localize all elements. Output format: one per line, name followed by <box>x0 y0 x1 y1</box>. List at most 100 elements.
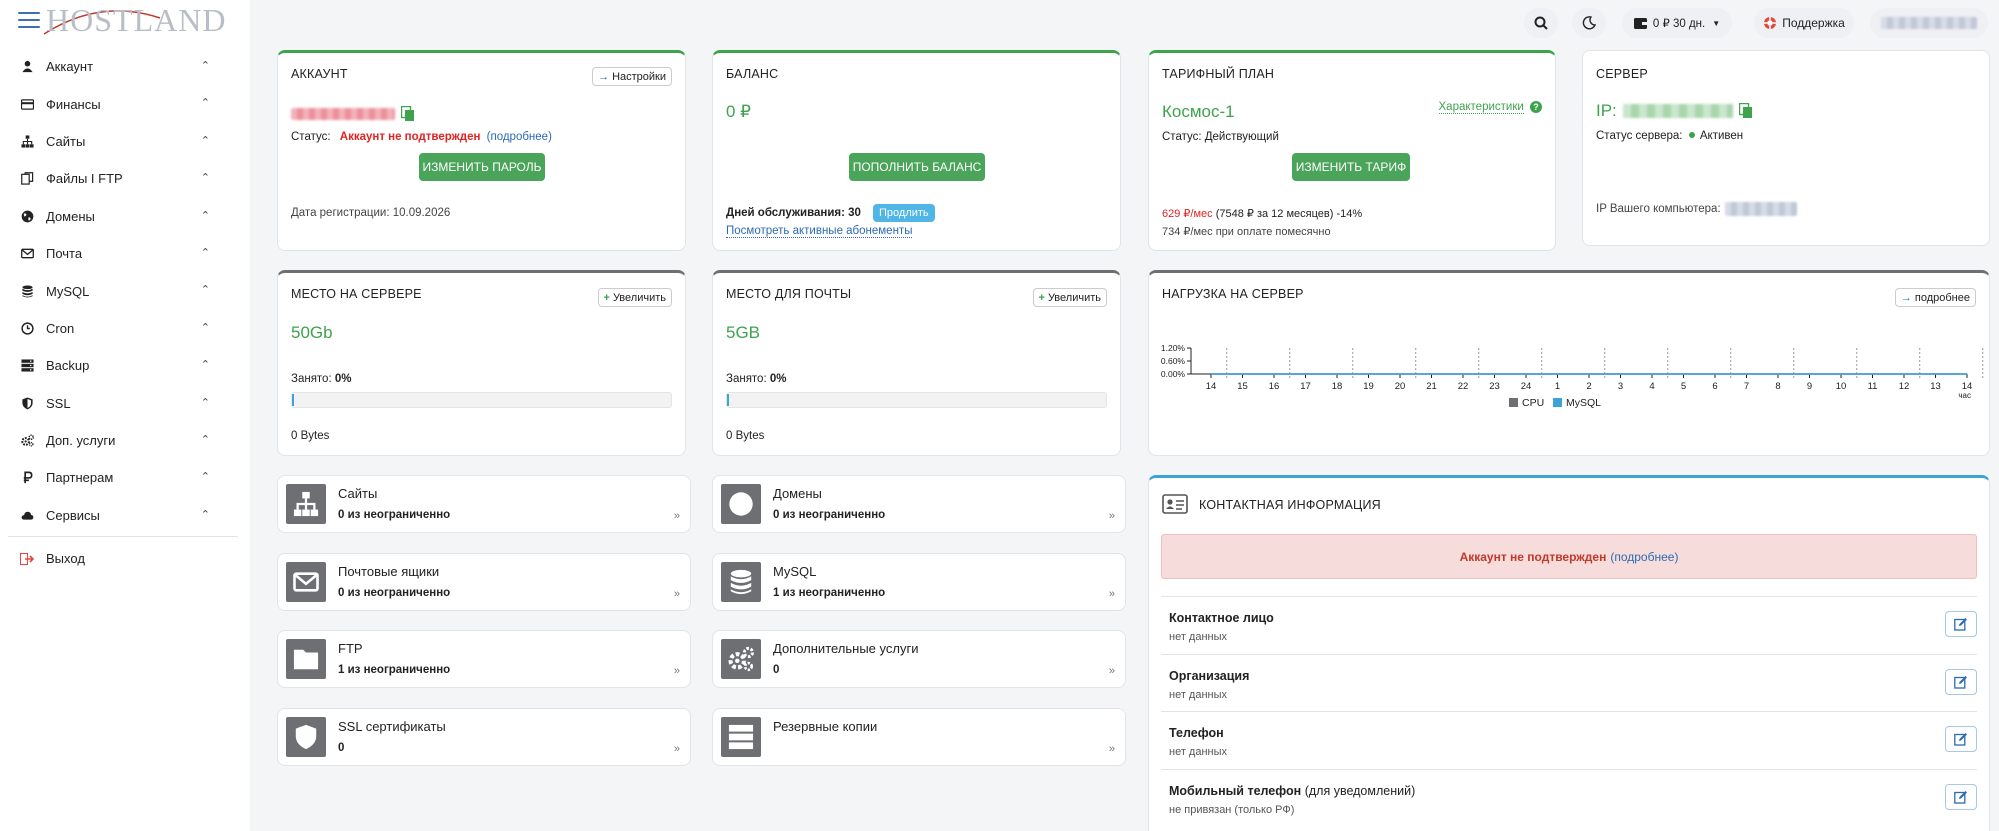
change-tariff-button[interactable]: ИЗМЕНИТЬ ТАРИФ <box>1292 153 1410 181</box>
chevron-double-right-icon: » <box>1108 742 1115 755</box>
tile-name: SSL сертификаты <box>338 718 446 734</box>
change-password-button[interactable]: ИЗМЕНИТЬ ПАРОЛЬ <box>419 153 545 181</box>
load-details-button[interactable]: → подробнее <box>1894 288 1976 307</box>
edit-button[interactable] <box>1945 668 1977 695</box>
x-tick-label: 14 <box>1206 381 1217 392</box>
client-ip-redacted <box>1724 202 1797 216</box>
sidebar-item-label: Cron <box>46 320 75 336</box>
sidebar-item-label: MySQL <box>46 283 90 299</box>
folder-icon <box>286 639 326 679</box>
sidebar-item-партнерам[interactable]: Партнерам ⌃ <box>0 459 240 496</box>
chevron-up-icon: ⌃ <box>200 508 210 521</box>
chevron-double-right-icon: » <box>1108 665 1115 677</box>
alert-more-link[interactable]: подробнее <box>1614 550 1674 564</box>
arrow-right-icon: → <box>1900 291 1912 304</box>
mail-used: Занято: 0% <box>726 373 787 385</box>
stat-tile-folder[interactable]: FTP 1 из неограниченно » <box>277 630 691 688</box>
server-load-card: НАГРУЗКА НА СЕРВЕР → подробнее 1.20% 0.60… <box>1148 270 1990 456</box>
mail-space-card: МЕСТО ДЛЯ ПОЧТЫ + Увеличить 5GB Занято: … <box>712 270 1121 456</box>
x-tick-label: 7 <box>1744 381 1749 392</box>
tariff-features-link[interactable]: Характеристики ? <box>1438 101 1542 114</box>
x-tick-label: 2 <box>1586 381 1591 392</box>
chevron-double-right-icon: » <box>1108 587 1115 600</box>
sidebar-item-почта[interactable]: Почта ⌃ <box>0 235 240 272</box>
sidebar-item-домены[interactable]: Домены ⌃ <box>0 198 240 235</box>
edit-button[interactable] <box>1945 611 1977 637</box>
x-tick-label: 3 <box>1618 381 1623 392</box>
search-button[interactable] <box>1524 8 1558 38</box>
sidebar-divider <box>8 536 238 538</box>
account-not-confirmed-alert: Аккаунт не подтвержден (подробнее) <box>1161 534 1977 579</box>
x-tick-label: 18 <box>1332 381 1343 392</box>
balance-dropdown[interactable]: 0 ₽ 30 дн. ▼ <box>1622 8 1732 38</box>
topup-balance-button[interactable]: ПОПОЛНИТЬ БАЛАНС <box>849 153 985 181</box>
sitemap-icon <box>286 484 326 524</box>
mail-progress-bar <box>726 392 1107 408</box>
sidebar-item-доп-услуги[interactable]: Доп. услуги ⌃ <box>0 422 240 459</box>
support-button[interactable]: Поддержка <box>1754 8 1854 38</box>
server-icon <box>721 716 761 757</box>
user-menu[interactable] <box>1870 8 1988 38</box>
stat-tile-globe[interactable]: Домены 0 из неограниченно » <box>712 475 1126 533</box>
settings-button[interactable]: → Настройки <box>592 67 672 86</box>
tile-name: Домены <box>773 486 822 501</box>
stat-tile-gears[interactable]: Дополнительные услуги 0 » <box>712 630 1126 688</box>
hamburger-menu-icon[interactable] <box>18 12 40 28</box>
envelope-icon <box>286 561 326 602</box>
x-tick-label: 1 <box>1555 381 1560 392</box>
chevron-up-icon: ⌃ <box>200 359 210 372</box>
sidebar-item-backup[interactable]: Backup ⌃ <box>0 347 240 384</box>
increase-disk-button[interactable]: + Увеличить <box>597 288 672 307</box>
legend-label-mysql: MySQL <box>1566 397 1601 409</box>
logo[interactable]: HOSTLAND <box>46 2 226 39</box>
tariff-price-monthly: 734 ₽/мес при оплате помесячно <box>1162 226 1331 238</box>
chevron-up-icon: ⌃ <box>200 97 210 110</box>
sidebar-item-сервисы[interactable]: Сервисы ⌃ <box>0 497 240 534</box>
copy-icon[interactable] <box>1738 103 1753 119</box>
contact-value: нет данных <box>1169 631 1228 643</box>
chevron-down-icon: ▼ <box>1712 18 1721 28</box>
chevron-up-icon: ⌃ <box>200 433 210 446</box>
contact-label: Организация <box>1169 668 1250 683</box>
disk-used: Занято: 0% <box>291 373 352 385</box>
edit-button[interactable] <box>1945 726 1977 752</box>
copy-icon[interactable] <box>401 106 415 122</box>
account-status-more-link[interactable]: подробнее <box>490 131 548 143</box>
server-load-chart: 1.20%0.60%0.00%14 15 16 17 18 19 20 21 22 23 24 1 2 3… <box>1161 343 1984 409</box>
sidebar-item-финансы[interactable]: Финансы ⌃ <box>0 85 240 122</box>
sidebar-item-сайты[interactable]: Сайты ⌃ <box>0 123 240 160</box>
stat-tile-sitemap[interactable]: Сайты 0 из неограниченно » <box>277 475 691 533</box>
active-subscriptions-link[interactable]: Посмотреть активные абонементы <box>726 225 913 238</box>
tile-name: MySQL <box>773 563 817 579</box>
stat-tile-server[interactable]: Резервные копии » <box>712 707 1126 766</box>
sitemap-icon <box>20 134 34 148</box>
x-tick-label: 17 <box>1300 381 1311 392</box>
sidebar-item-label: SSL <box>46 395 71 411</box>
balance-amount: 0 ₽ <box>726 102 751 121</box>
sidebar-item-файлы-i-ftp[interactable]: Файлы I FTP ⌃ <box>0 160 240 197</box>
increase-mail-button[interactable]: + Увеличить <box>1032 288 1107 307</box>
gears-icon <box>20 434 34 448</box>
dark-mode-toggle[interactable] <box>1572 8 1606 38</box>
sidebar-item-ssl[interactable]: SSL ⌃ <box>0 385 240 422</box>
chevron-up-icon: ⌃ <box>200 246 210 259</box>
x-tick-label: 8 <box>1775 381 1780 392</box>
sidebar-item-mysql[interactable]: MySQL ⌃ <box>0 272 240 309</box>
extend-button[interactable]: Продлить <box>873 204 935 222</box>
stat-tile-envelope[interactable]: Почтовые ящики 0 из неограниченно » <box>277 552 691 611</box>
edit-icon <box>1954 618 1967 631</box>
tile-name: Сайты <box>338 486 378 501</box>
support-label: Поддержка <box>1782 16 1845 30</box>
x-tick-label: 12 <box>1899 381 1910 392</box>
stat-tile-shield[interactable]: SSL сертификаты 0 » <box>277 707 691 766</box>
legend-label-cpu: CPU <box>1522 397 1544 409</box>
x-tick-label: 21 <box>1426 381 1437 392</box>
chevron-up-icon: ⌃ <box>200 321 210 334</box>
sidebar-item-аккаунт[interactable]: Аккаунт ⌃ <box>0 48 240 85</box>
contact-row: Контактное лицо нет данных <box>1161 596 1977 653</box>
sidebar-item-exit[interactable]: Выход <box>0 540 240 577</box>
sidebar-item-cron[interactable]: Cron ⌃ <box>0 310 240 347</box>
edit-button[interactable] <box>1945 783 1977 810</box>
id-card-icon <box>1162 494 1188 514</box>
stat-tile-database[interactable]: MySQL 1 из неограниченно » <box>712 552 1126 611</box>
